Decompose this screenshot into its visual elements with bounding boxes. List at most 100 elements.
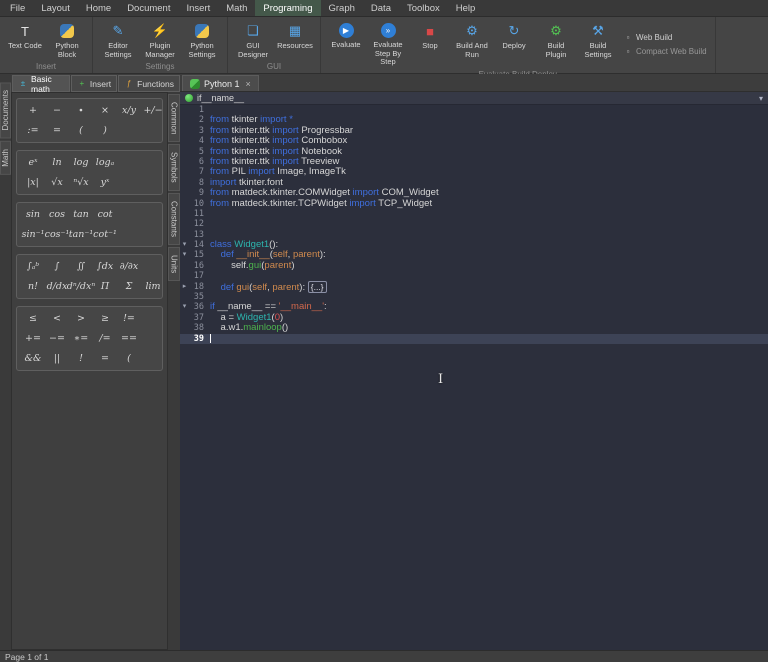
symbol-button[interactable]: ×	[93, 103, 117, 118]
palette-side-tab-units[interactable]: Units	[168, 247, 180, 282]
dock-tab-math[interactable]: Math	[0, 141, 11, 176]
palette-side-tab-constants[interactable]: Constants	[168, 193, 180, 246]
symbol-button[interactable]: cot⁻¹	[93, 227, 117, 242]
ribbon-button-plugin-manager[interactable]: ⚡ Plugin Manager	[140, 20, 180, 61]
symbol-button[interactable]: cos⁻¹	[45, 227, 70, 242]
symbol-button[interactable]: ∫	[45, 259, 69, 274]
symbol-button[interactable]: +=	[21, 331, 45, 346]
symbol-button[interactable]: dⁿ/dxⁿ	[67, 279, 95, 294]
symbol-button[interactable]: ∬	[69, 259, 93, 274]
symbol-button[interactable]: )	[93, 123, 117, 138]
menu-item-math[interactable]: Math	[218, 0, 255, 16]
symbol-button[interactable]: ∙	[69, 103, 93, 118]
palette-tab-insert[interactable]: + Insert	[70, 75, 118, 92]
symbol-button[interactable]: Π	[93, 279, 117, 294]
fold-open-icon[interactable]: ▾	[180, 302, 189, 312]
symbol-button[interactable]: logₐ	[93, 155, 117, 170]
ribbon-button-evaluate-step-by-step[interactable]: » Evaluate Step By Step	[368, 20, 408, 69]
symbol-button[interactable]: >	[69, 311, 93, 326]
symbol-button[interactable]: n!	[21, 279, 45, 294]
symbol-button[interactable]: =	[45, 123, 69, 138]
symbol-button[interactable]: &&	[21, 351, 45, 366]
symbol-button[interactable]: <	[45, 311, 69, 326]
dock-tab-documents[interactable]: Documents	[0, 82, 11, 139]
tab-python-1[interactable]: Python 1 ×	[182, 75, 259, 91]
symbol-button[interactable]: ln	[45, 155, 69, 170]
symbol-button[interactable]: ∫dx	[93, 259, 117, 274]
symbol-button[interactable]: ≥	[93, 311, 117, 326]
symbol-button[interactable]: /=	[93, 331, 117, 346]
breadcrumb-label[interactable]: if__name__	[197, 93, 244, 103]
fold-open-icon[interactable]: ▾	[180, 240, 189, 250]
palette-side-tab-symbols[interactable]: Symbols	[168, 144, 180, 192]
symbol-button[interactable]: sin	[21, 207, 45, 222]
symbol-button[interactable]: −=	[45, 331, 69, 346]
ribbon-button-build-settings[interactable]: ⚒ Build Settings	[578, 20, 618, 69]
menu-item-graph[interactable]: Graph	[321, 0, 363, 16]
ribbon-button-build-plugin[interactable]: ⚙ Build Plugin	[536, 20, 576, 69]
palette-side-tab-common[interactable]: Common	[168, 94, 180, 143]
symbol-button[interactable]: !=	[117, 311, 141, 326]
menu-item-insert[interactable]: Insert	[179, 0, 219, 16]
symbol-button[interactable]: (	[69, 123, 93, 138]
symbol-button[interactable]: !	[69, 351, 93, 366]
symbol-button[interactable]: +	[21, 103, 45, 118]
symbol-button[interactable]: log	[69, 155, 93, 170]
symbol-button[interactable]: :=	[21, 123, 45, 138]
symbol-button[interactable]: ∗=	[69, 331, 93, 346]
line-number: 13	[193, 229, 204, 240]
ribbon-button-stop[interactable]: ■ Stop	[410, 20, 450, 69]
menu-item-document[interactable]: Document	[119, 0, 178, 16]
ribbon-button-editor-settings[interactable]: ✎ Editor Settings	[98, 20, 138, 61]
symbol-button[interactable]: cot	[93, 207, 117, 222]
menu-item-layout[interactable]: Layout	[33, 0, 78, 16]
symbol-button[interactable]: eˣ	[21, 155, 45, 170]
ribbon-button-web-build[interactable]: ▫ Web Build	[623, 32, 707, 42]
status-bar: Page 1 of 1	[0, 650, 768, 662]
symbol-button[interactable]: x/y	[117, 103, 141, 118]
menu-item-home[interactable]: Home	[78, 0, 119, 16]
symbol-button[interactable]: (	[117, 351, 141, 366]
symbol-button[interactable]: ∂/∂x	[117, 259, 141, 274]
ribbon-button-python-block[interactable]: Python Block	[47, 20, 87, 61]
ribbon-button-resources[interactable]: ▦ Resources	[275, 20, 315, 61]
symbol-button[interactable]: +/−	[141, 103, 165, 118]
menu-item-help[interactable]: Help	[448, 0, 484, 16]
symbol-button[interactable]: yˣ	[93, 175, 117, 190]
symbol-button[interactable]: ≤	[21, 311, 45, 326]
symbol-button[interactable]: lim	[141, 279, 165, 294]
symbol-button[interactable]: Σ	[117, 279, 141, 294]
folded-code-placeholder[interactable]: {...}	[307, 280, 327, 293]
palette-tab-basic-math[interactable]: ± Basic math	[12, 74, 70, 94]
menu-item-toolbox[interactable]: Toolbox	[399, 0, 448, 16]
symbol-button[interactable]: sin⁻¹	[21, 227, 45, 242]
symbol-button[interactable]: ∫ₐᵇ	[21, 259, 45, 274]
chevron-down-icon[interactable]: ▾	[759, 94, 763, 103]
symbol-button[interactable]: tan	[69, 207, 93, 222]
symbol-button[interactable]: ||	[45, 351, 69, 366]
symbol-button[interactable]: cos	[45, 207, 69, 222]
menu-item-data[interactable]: Data	[363, 0, 399, 16]
symbol-button[interactable]: d/dx	[45, 279, 69, 294]
ribbon-button-build-and-run[interactable]: ⚙ Build And Run	[452, 20, 492, 69]
symbol-button[interactable]: |x|	[21, 175, 45, 190]
fold-closed-icon[interactable]: ▸	[180, 282, 189, 292]
editor-code[interactable]: 1 2 from tkinter import * 3 from tkinter.ttk…	[180, 105, 768, 650]
ribbon-button-evaluate[interactable]: ▶ Evaluate	[326, 20, 366, 69]
close-icon[interactable]: ×	[246, 79, 251, 89]
symbol-button[interactable]: =	[93, 351, 117, 366]
menu-item-file[interactable]: File	[2, 0, 33, 16]
symbol-button[interactable]: −	[45, 103, 69, 118]
symbol-button[interactable]: ⁿ√x	[69, 175, 93, 190]
palette-tab-functions[interactable]: ƒ Functions	[118, 75, 180, 92]
ribbon-button-python-settings[interactable]: Python Settings	[182, 20, 222, 61]
symbol-button[interactable]: ==	[117, 331, 141, 346]
fold-open-icon[interactable]: ▾	[180, 250, 189, 260]
symbol-button[interactable]: tan⁻¹	[69, 227, 93, 242]
ribbon-button-compact-web-build[interactable]: ▫ Compact Web Build	[623, 46, 707, 56]
ribbon-button-text-code[interactable]: T Text Code	[5, 20, 45, 61]
ribbon-button-gui-designer[interactable]: ❏ GUI Designer	[233, 20, 273, 61]
ribbon-button-deploy[interactable]: ↻ Deploy	[494, 20, 534, 69]
menu-item-programing[interactable]: Programing	[255, 0, 321, 16]
symbol-button[interactable]: √x	[45, 175, 69, 190]
